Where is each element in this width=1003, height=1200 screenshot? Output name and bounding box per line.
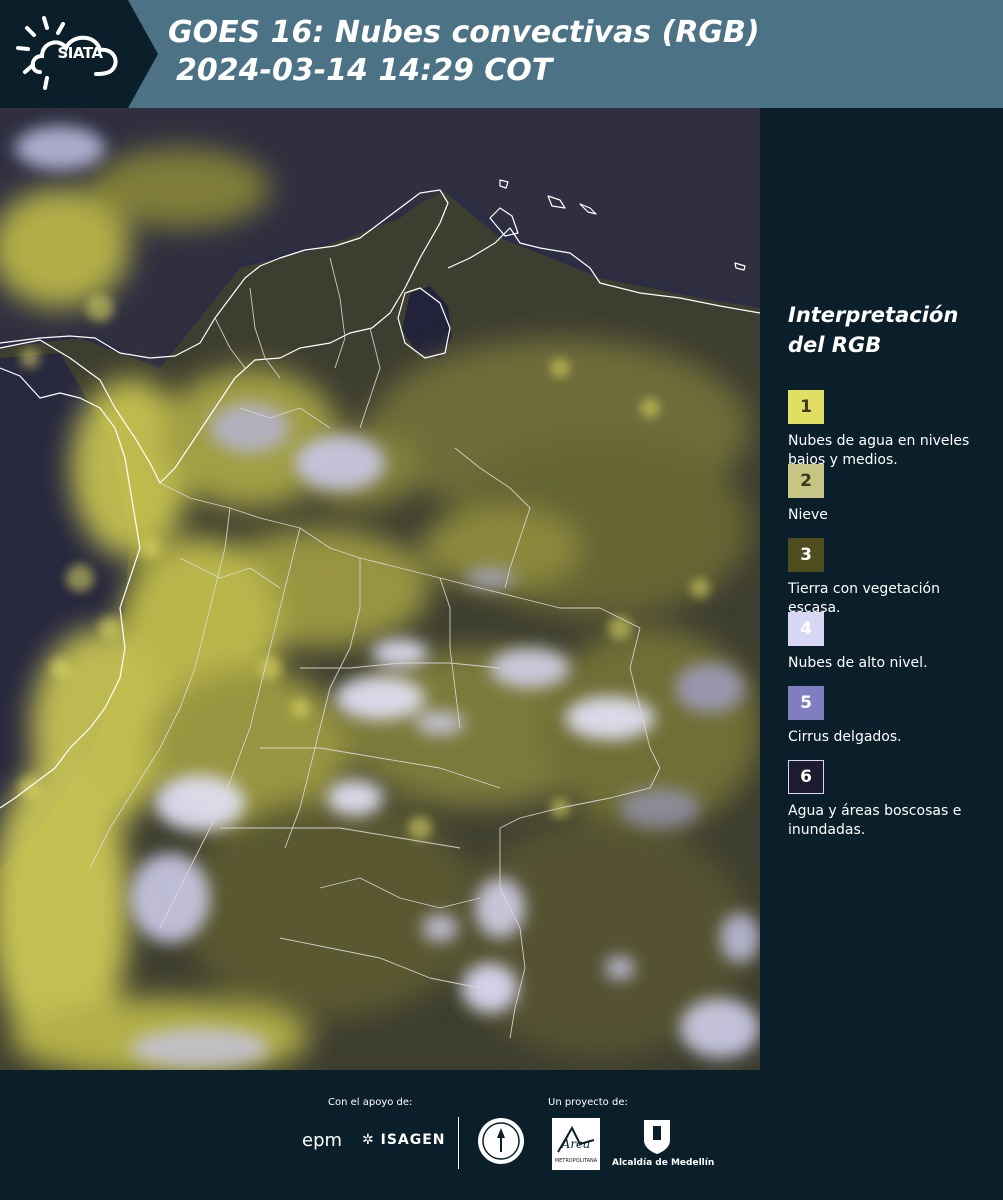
legend-item: 4 Nubes de alto nivel. — [788, 612, 988, 686]
alcaldia-logo: Alcaldía de Medellín — [612, 1118, 715, 1174]
support-label: Con el apoyo de: — [328, 1097, 413, 1108]
area-metropolitana-icon: Área METROPOLITANA — [552, 1118, 600, 1170]
siata-logo: SIATA — [0, 0, 158, 108]
page-title: GOES 16: Nubes convectivas (RGB) 2024-03… — [168, 14, 760, 90]
legend-title-line1: Interpretación — [788, 303, 959, 327]
area-logo-subtext: METROPOLITANA — [555, 1158, 598, 1164]
footer-sponsors: Con el apoyo de: Un proyecto de: epm ✲ I… — [0, 1070, 1003, 1200]
legend-title-line2: del RGB — [788, 333, 882, 357]
legend-swatch: 5 — [788, 686, 824, 720]
legend-label: Cirrus delgados. — [788, 729, 902, 745]
alcaldia-shield-icon — [644, 1120, 670, 1154]
rgb-legend: Interpretación del RGB 1 Nubes de agua e… — [788, 300, 988, 838]
legend-item: 5 Cirrus delgados. — [788, 686, 988, 760]
legend-label: Agua y áreas boscosas e inundadas. — [788, 803, 962, 838]
legend-swatch: 3 — [788, 538, 824, 572]
area-metropolitana-logo: Área METROPOLITANA — [552, 1118, 600, 1170]
legend-swatch: 1 — [788, 390, 824, 424]
legend-swatch: 4 — [788, 612, 824, 646]
siata-logo-text: SIATA — [57, 44, 103, 62]
legend-swatch: 6 — [788, 760, 824, 794]
header-bar: SIATA GOES 16: Nubes convectivas (RGB) 2… — [0, 0, 1003, 108]
footer-divider — [458, 1117, 459, 1169]
isagen-logo-text: ISAGEN — [380, 1132, 446, 1148]
legend-swatch: 2 — [788, 464, 824, 498]
legend-item: 6 Agua y áreas boscosas e inundadas. — [788, 760, 988, 838]
title-product: GOES 16: Nubes convectivas (RGB) — [168, 15, 760, 50]
legend-items: 1 Nubes de agua en niveles bajos y medio… — [788, 390, 988, 838]
legend-item: 3 Tierra con vegetación escasa. — [788, 538, 988, 616]
legend-item: 2 Nieve — [788, 464, 988, 538]
project-label: Un proyecto de: — [548, 1097, 628, 1108]
legend-label: Nieve — [788, 507, 828, 523]
satellite-map[interactable] — [0, 108, 760, 1070]
isagen-icon: ✲ — [362, 1132, 375, 1148]
alcaldia-logo-text: Alcaldía de Medellín — [612, 1158, 715, 1168]
legend-item: 1 Nubes de agua en niveles bajos y medio… — [788, 390, 988, 468]
epm-logo: epm — [302, 1130, 343, 1151]
area-logo-text: Área — [561, 1136, 591, 1151]
isagen-logo: ✲ ISAGEN — [362, 1132, 446, 1148]
title-datetime: 2024-03-14 14:29 COT — [176, 53, 553, 88]
satellite-rgb-image — [0, 108, 760, 1070]
legend-title: Interpretación del RGB — [788, 300, 988, 360]
medellin-seal-icon — [478, 1118, 524, 1164]
legend-label: Nubes de alto nivel. — [788, 655, 928, 671]
